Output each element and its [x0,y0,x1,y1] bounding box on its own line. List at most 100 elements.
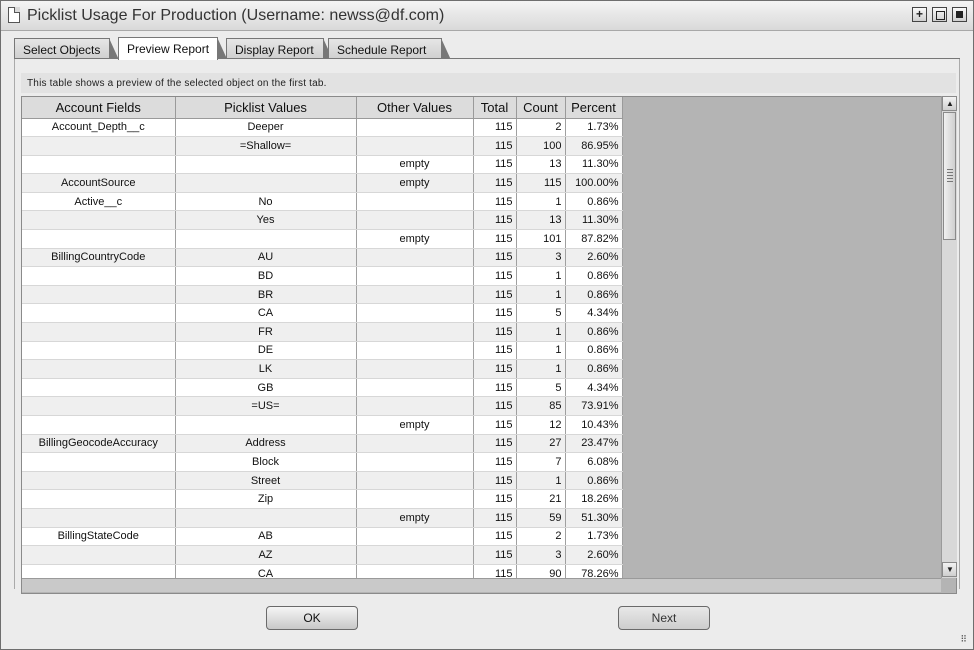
cell-total: 115 [473,341,517,361]
cell-other-value [356,248,474,268]
cell-total: 115 [473,173,517,193]
table-row[interactable]: AccountSource empty 115 115 100.00% [22,173,623,193]
tab-select-objects[interactable]: Select Objects [14,38,119,60]
cell-picklist-value: =US= [175,396,357,416]
cell-total: 115 [473,192,517,212]
tab-preview-report[interactable]: Preview Report [118,37,227,60]
cell-account-field [22,452,176,472]
report-grid: Account Fields Picklist Values Other Val… [21,96,957,594]
cell-percent: 0.86% [565,359,623,379]
cell-percent: 86.95% [565,136,623,156]
vertical-scrollbar[interactable]: ▲ ▼ [941,96,957,578]
scroll-down-button[interactable]: ▼ [942,562,957,577]
window-title: Picklist Usage For Production (Username:… [27,7,445,24]
table-row[interactable]: BillingStateCode AB 115 2 1.73% [22,527,623,547]
cell-total: 115 [473,508,517,528]
cell-count: 1 [516,322,566,342]
next-button[interactable]: Next [618,606,710,630]
cell-picklist-value: No [175,192,357,212]
cell-total: 115 [473,229,517,249]
cell-other-value: empty [356,508,474,528]
table-row[interactable]: BillingGeocodeAccuracy Address 115 27 23.47% [22,434,623,454]
col-header-account-fields[interactable]: Account Fields [22,97,176,119]
cell-percent: 0.86% [565,266,623,286]
cell-other-value [356,471,474,491]
table-row[interactable]: =US= 115 85 73.91% [22,396,623,416]
cell-count: 1 [516,341,566,361]
ok-button[interactable]: OK [266,606,358,630]
table-row[interactable]: =Shallow= 115 100 86.95% [22,136,623,156]
cell-other-value: empty [356,229,474,249]
cell-percent: 0.86% [565,192,623,212]
table-row[interactable]: Block 115 7 6.08% [22,452,623,472]
cell-account-field [22,155,176,175]
tab-schedule-report[interactable]: Schedule Report [328,38,451,60]
picklist-usage-window: Picklist Usage For Production (Username:… [0,0,974,650]
cell-total: 115 [473,471,517,491]
table-row[interactable]: CA 115 5 4.34% [22,303,623,324]
cell-account-field [22,285,176,305]
table-row[interactable]: BillingCountryCode AU 115 3 2.60% [22,248,623,268]
cell-count: 1 [516,285,566,305]
table-row[interactable]: AZ 115 3 2.60% [22,545,623,565]
horizontal-scrollbar[interactable] [22,578,941,592]
cell-percent: 1.73% [565,527,623,547]
resize-grip-icon[interactable]: ⠿ [960,635,967,644]
table-row[interactable]: LK 115 1 0.86% [22,359,623,379]
scroll-up-button[interactable]: ▲ [942,96,957,111]
cell-percent: 1.73% [565,118,623,138]
cell-count: 27 [516,434,566,454]
cell-total: 115 [473,452,517,472]
col-header-total[interactable]: Total [473,97,517,119]
scroll-thumb[interactable] [943,112,956,240]
cell-other-value [356,285,474,305]
col-header-other-values[interactable]: Other Values [356,97,474,119]
cell-picklist-value: AZ [175,545,357,565]
cell-account-field: BillingCountryCode [22,248,176,268]
tab-display-report[interactable]: Display Report [226,38,333,60]
cell-account-field: Account_Depth__c [22,118,176,138]
table-row[interactable]: GB 115 5 4.34% [22,378,623,398]
cell-other-value [356,341,474,361]
cell-percent: 0.86% [565,471,623,491]
cell-count: 59 [516,508,566,528]
cell-total: 115 [473,359,517,379]
cell-count: 13 [516,210,566,231]
cell-total: 115 [473,545,517,565]
col-header-picklist-values[interactable]: Picklist Values [175,97,357,119]
cell-count: 1 [516,359,566,379]
cell-other-value [356,266,474,286]
table-row[interactable]: empty 115 12 10.43% [22,415,623,435]
add-icon[interactable]: + [912,7,927,22]
table-row[interactable]: empty 115 59 51.30% [22,508,623,528]
cell-account-field [22,508,176,528]
table-row[interactable]: DE 115 1 0.86% [22,341,623,361]
table-row[interactable]: empty 115 13 11.30% [22,155,623,175]
cell-picklist-value: BR [175,285,357,305]
cell-total: 115 [473,489,517,509]
cell-other-value [356,118,474,138]
cell-percent: 87.82% [565,229,623,249]
table-row[interactable]: FR 115 1 0.86% [22,322,623,342]
maximize-icon[interactable] [932,7,947,22]
cell-total: 115 [473,266,517,286]
table-row[interactable]: Zip 115 21 18.26% [22,489,623,509]
col-header-count[interactable]: Count [516,97,566,119]
col-header-percent[interactable]: Percent [565,97,623,119]
close-icon[interactable] [952,7,967,22]
cell-other-value [356,545,474,565]
cell-picklist-value: FR [175,322,357,342]
cell-percent: 0.86% [565,322,623,342]
table-row[interactable]: Account_Depth__c Deeper 115 2 1.73% [22,118,623,138]
table-row[interactable]: BR 115 1 0.86% [22,285,623,305]
cell-count: 3 [516,248,566,268]
table-row[interactable]: Street 115 1 0.86% [22,471,623,491]
title-bar[interactable]: Picklist Usage For Production (Username:… [1,1,973,31]
table-row[interactable]: empty 115 101 87.82% [22,229,623,249]
table-row[interactable]: BD 115 1 0.86% [22,266,623,286]
table-row[interactable]: Yes 115 13 11.30% [22,210,623,231]
cell-percent: 0.86% [565,341,623,361]
cell-picklist-value [175,508,357,528]
table-row[interactable]: Active__c No 115 1 0.86% [22,192,623,212]
preview-table: Account Fields Picklist Values Other Val… [22,97,623,584]
